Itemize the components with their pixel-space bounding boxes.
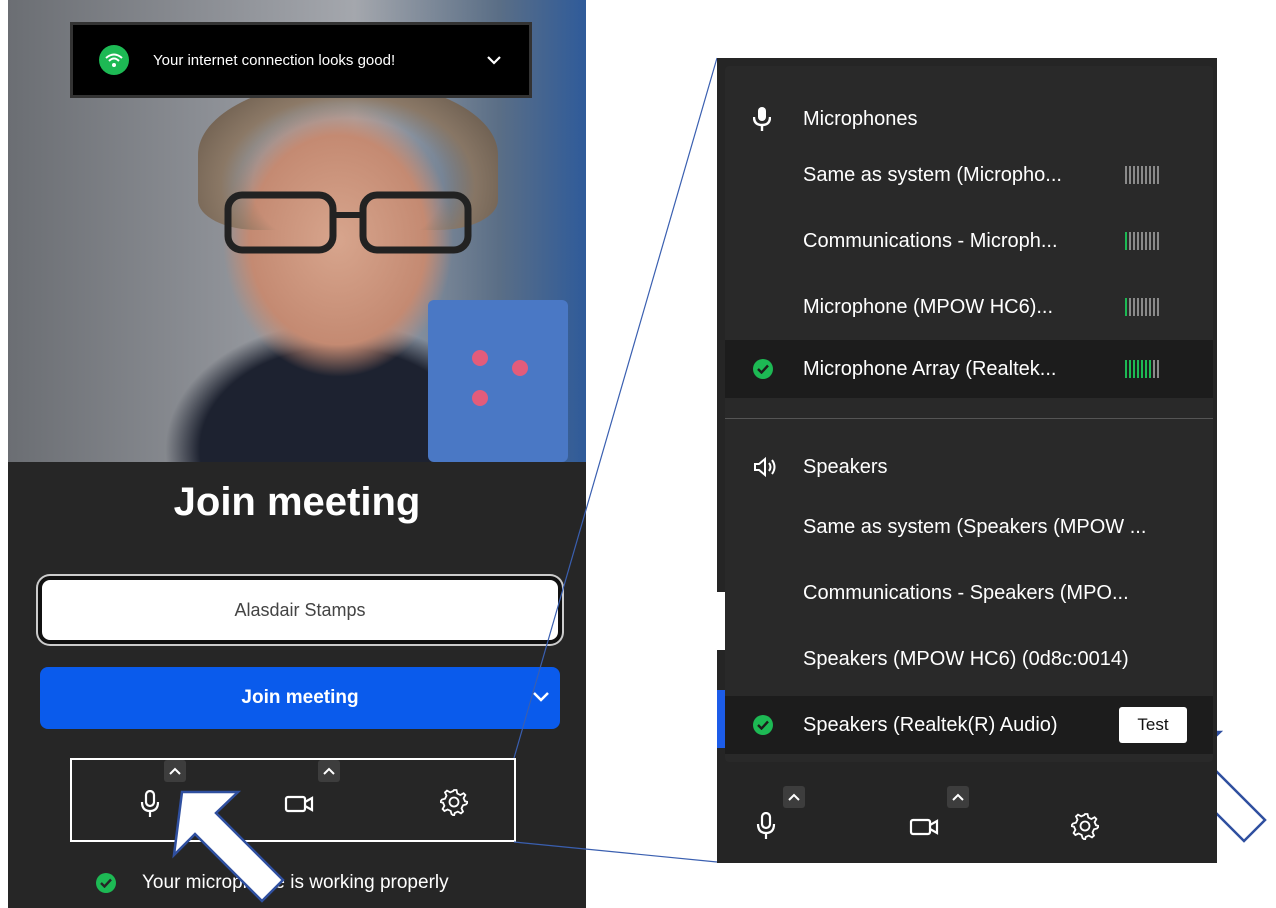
camera-button[interactable] — [282, 788, 316, 820]
chevron-up-icon — [169, 767, 181, 775]
display-name-input[interactable] — [38, 576, 562, 644]
camera-options-button[interactable] — [947, 786, 969, 808]
join-panel: Your internet connection looks good! Joi… — [8, 0, 586, 908]
level-bar — [1141, 166, 1143, 184]
connection-banner: Your internet connection looks good! — [70, 22, 532, 98]
mic-level-meter — [1125, 166, 1159, 184]
participant-glasses — [224, 191, 472, 254]
level-bar — [1137, 166, 1139, 184]
speaker-option[interactable]: Communications - Speakers (MPO... — [725, 564, 1213, 622]
settings-button[interactable] — [438, 786, 470, 818]
selection-indicator — [717, 690, 725, 748]
level-bar — [1153, 298, 1155, 316]
section-divider — [725, 418, 1213, 419]
level-bar — [1141, 298, 1143, 316]
chevron-down-icon[interactable] — [487, 53, 501, 67]
join-meeting-button[interactable]: Join meeting — [40, 667, 560, 729]
level-bar — [1125, 298, 1127, 316]
microphones-heading: Microphones — [725, 94, 1213, 144]
microphone-button[interactable] — [751, 810, 781, 842]
level-bar — [1153, 166, 1155, 184]
mic-status: Your microphone is working properly — [96, 872, 449, 894]
camera-options-button[interactable] — [318, 760, 340, 782]
background-sign — [428, 300, 568, 462]
mic-status-text: Your microphone is working properly — [142, 872, 449, 893]
level-bar — [1137, 232, 1139, 250]
level-bar — [1129, 298, 1131, 316]
level-bar — [1141, 232, 1143, 250]
level-bar — [1137, 298, 1139, 316]
device-menu: Microphones Same as system (Micropho... … — [725, 66, 1213, 762]
chevron-down-icon[interactable] — [532, 687, 550, 705]
level-bar — [1149, 232, 1151, 250]
microphone-button[interactable] — [134, 788, 166, 820]
gear-icon — [440, 789, 468, 816]
test-speaker-button[interactable]: Test — [1119, 707, 1187, 743]
level-bar — [1157, 298, 1159, 316]
page-title: Join meeting — [173, 480, 421, 524]
level-bar — [1129, 360, 1131, 378]
speaker-option[interactable]: Speakers (MPOW HC6) (0d8c:0014) — [725, 630, 1213, 688]
level-bar — [1145, 360, 1147, 378]
level-bar — [1125, 166, 1127, 184]
level-bar — [1133, 298, 1135, 316]
chevron-up-icon — [323, 767, 335, 775]
device-menu-zoom: Microphones Same as system (Micropho... … — [717, 58, 1217, 863]
mic-option-selected[interactable]: Microphone Array (Realtek... — [725, 340, 1213, 398]
level-bar — [1157, 166, 1159, 184]
chevron-up-icon — [788, 793, 800, 801]
microphone-icon — [753, 107, 771, 131]
mic-option[interactable]: Communications - Microph... — [725, 212, 1213, 270]
level-bar — [1149, 360, 1151, 378]
mic-level-meter — [1125, 298, 1159, 316]
speaker-option-selected[interactable]: Speakers (Realtek(R) Audio) Test — [725, 696, 1213, 754]
level-bar — [1157, 232, 1159, 250]
speakers-heading: Speakers — [725, 442, 1213, 492]
gear-icon — [1071, 813, 1099, 840]
connection-status-text: Your internet connection looks good! — [153, 51, 396, 69]
chevron-up-icon — [952, 793, 964, 801]
join-meeting-label: Join meeting — [241, 687, 359, 708]
level-bar — [1141, 360, 1143, 378]
level-bar — [1157, 360, 1159, 378]
level-bar — [1125, 232, 1127, 250]
microphone-icon — [140, 790, 160, 817]
level-bar — [1145, 166, 1147, 184]
level-bar — [1133, 360, 1135, 378]
video-camera-icon — [284, 795, 314, 813]
check-circle-icon — [753, 715, 773, 735]
mic-level-meter — [1125, 360, 1159, 378]
level-bar — [1153, 360, 1155, 378]
speaker-option[interactable]: Same as system (Speakers (MPOW ... — [725, 498, 1213, 556]
level-bar — [1129, 232, 1131, 250]
level-bar — [1133, 232, 1135, 250]
level-bar — [1149, 166, 1151, 184]
level-bar — [1125, 360, 1127, 378]
mic-option[interactable]: Microphone (MPOW HC6)... — [725, 278, 1213, 336]
settings-button[interactable] — [1069, 810, 1101, 842]
level-bar — [1137, 360, 1139, 378]
level-bar — [1129, 166, 1131, 184]
level-bar — [1149, 298, 1151, 316]
scroll-edge — [717, 592, 725, 650]
level-bar — [1145, 232, 1147, 250]
check-circle-icon — [96, 873, 116, 893]
level-bar — [1145, 298, 1147, 316]
speaker-icon — [754, 456, 776, 478]
level-bar — [1153, 232, 1155, 250]
camera-button[interactable] — [907, 812, 941, 842]
level-bar — [1133, 166, 1135, 184]
microphone-icon — [756, 812, 776, 839]
mic-options-button[interactable] — [164, 760, 186, 782]
media-controls — [70, 758, 516, 842]
video-camera-icon — [909, 818, 939, 836]
wifi-icon — [99, 45, 129, 75]
mic-level-meter — [1125, 232, 1159, 250]
mic-options-button[interactable] — [783, 786, 805, 808]
check-circle-icon — [753, 359, 773, 379]
mic-option[interactable]: Same as system (Micropho... — [725, 146, 1213, 204]
